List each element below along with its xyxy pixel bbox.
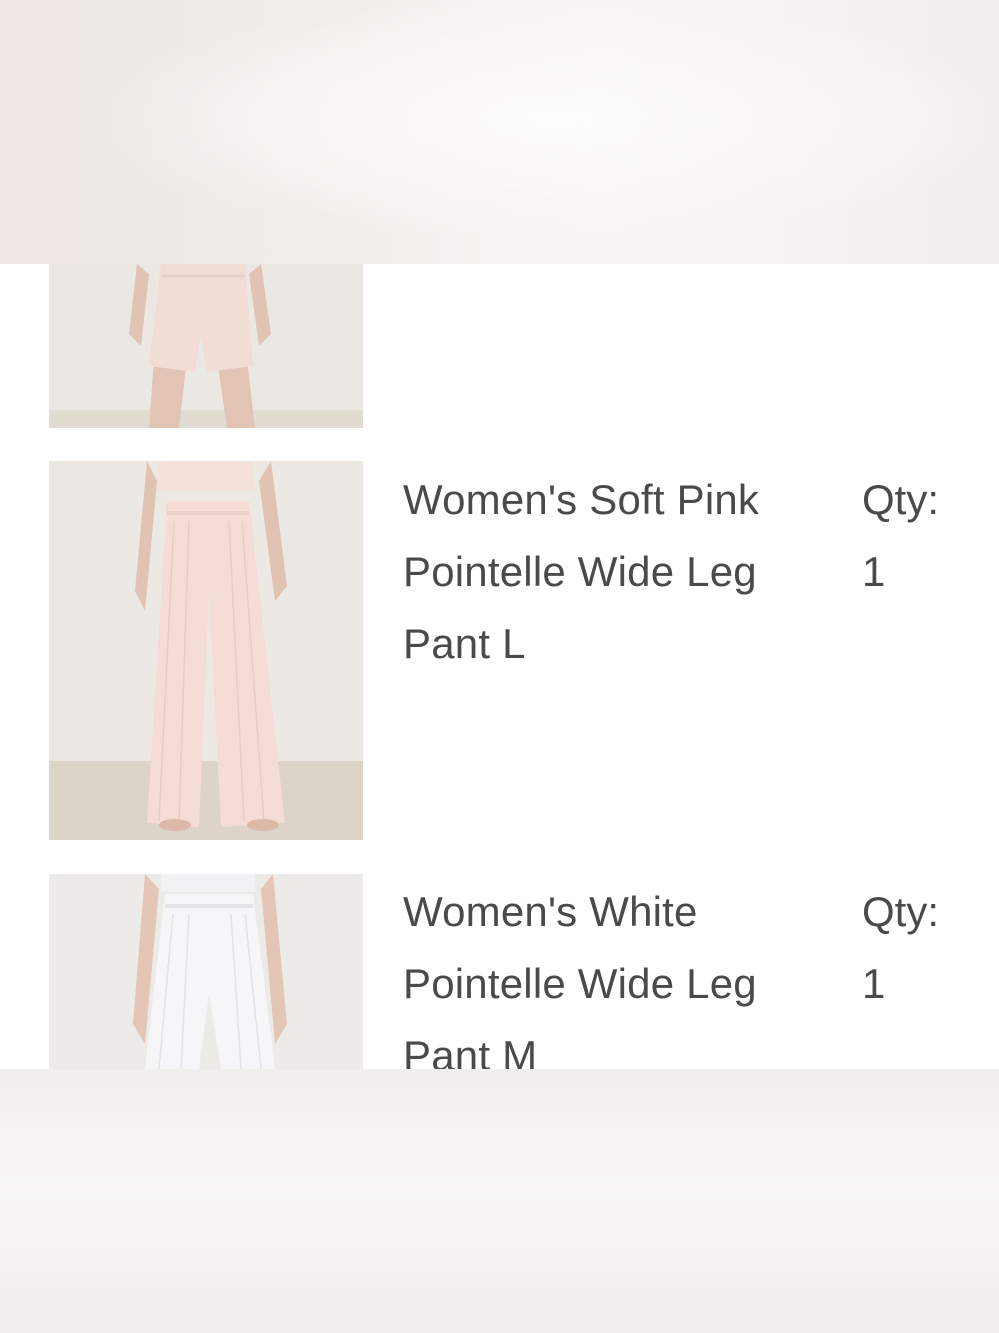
product-image-pink-shorts[interactable]: [49, 264, 363, 428]
order-items-list: Women's Soft Pink Pointelle Wide Leg Pan…: [0, 264, 999, 1069]
qty-label: Qty:: [862, 476, 940, 523]
qty-value: 1: [862, 960, 886, 1007]
product-image-white-pant[interactable]: [49, 874, 363, 1069]
product-title[interactable]: Women's Soft Pink Pointelle Wide Leg Pan…: [403, 464, 833, 680]
quantity-info: Qty: 1: [862, 464, 972, 608]
product-image-pink-pant[interactable]: [49, 461, 363, 840]
qty-value: 1: [862, 548, 886, 595]
blurred-footer-overlay: [0, 1069, 999, 1333]
qty-label: Qty:: [862, 888, 940, 935]
product-title[interactable]: Women's White Pointelle Wide Leg Pant M: [403, 876, 833, 1069]
blurred-header-overlay: [0, 0, 999, 264]
quantity-info: Qty: 1: [862, 876, 972, 1020]
